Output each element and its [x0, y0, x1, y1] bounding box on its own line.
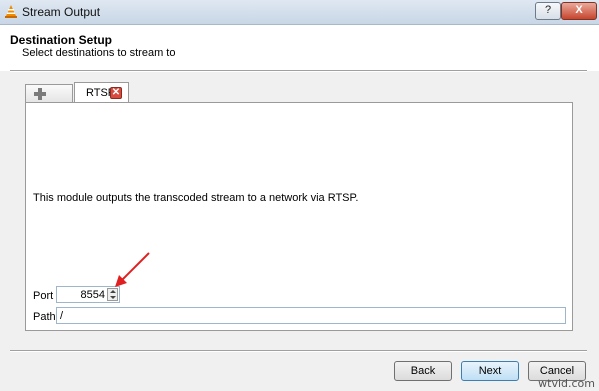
close-icon[interactable]: ✕	[110, 87, 122, 99]
window-close-button[interactable]: X	[561, 2, 597, 20]
back-button[interactable]: Back	[394, 361, 452, 381]
port-spin-buttons[interactable]	[107, 288, 118, 301]
port-label: Port	[33, 290, 54, 302]
watermark: wtvid.com	[538, 377, 595, 390]
annotation-arrow-icon	[115, 252, 150, 287]
port-value[interactable]: 8554	[81, 289, 105, 301]
spin-up-icon[interactable]	[110, 290, 116, 293]
help-button[interactable]: ?	[535, 2, 561, 20]
path-input[interactable]: /	[56, 307, 566, 324]
rtsp-settings-panel: This module outputs the transcoded strea…	[25, 102, 573, 331]
tab-add-destination[interactable]	[25, 84, 73, 103]
title-bar: Stream Output ? X	[0, 0, 599, 25]
header-divider	[10, 70, 587, 72]
module-description: This module outputs the transcoded strea…	[33, 192, 359, 204]
wizard-header: Destination Setup Select destinations to…	[0, 25, 599, 71]
plus-icon	[34, 88, 46, 100]
path-label: Path	[33, 311, 56, 323]
window-title: Stream Output	[22, 5, 101, 19]
path-value[interactable]: /	[60, 310, 63, 322]
vlc-cone-icon	[5, 5, 17, 18]
page-title: Destination Setup	[10, 33, 113, 47]
tab-rtsp[interactable]: RTSP ✕	[74, 82, 129, 103]
page-subtitle: Select destinations to stream to	[22, 47, 176, 59]
footer-divider	[10, 350, 587, 352]
next-button[interactable]: Next	[461, 361, 519, 381]
spin-down-icon[interactable]	[110, 296, 116, 299]
